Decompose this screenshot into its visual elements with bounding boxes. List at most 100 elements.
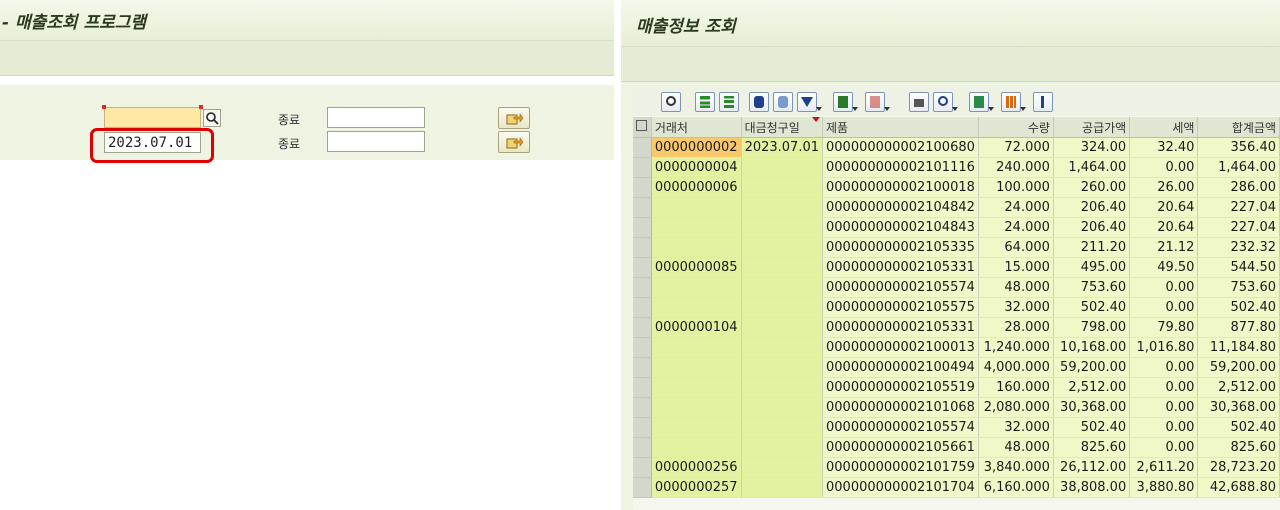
table-row[interactable]: 000000000002105335 64.000 211.20 21.12 232.3…: [633, 237, 1280, 258]
table-cell[interactable]: [741, 177, 824, 198]
table-cell[interactable]: [741, 357, 824, 378]
row-selector[interactable]: [633, 317, 652, 338]
table-cell[interactable]: 000000000002105574: [822, 277, 979, 298]
table-cell[interactable]: [741, 197, 824, 218]
table-cell[interactable]: 502.40: [1197, 417, 1280, 438]
table-cell[interactable]: 21.12: [1129, 237, 1199, 258]
table-cell[interactable]: [651, 197, 742, 218]
table-cell[interactable]: 59,200.00: [1053, 357, 1131, 378]
row-selector[interactable]: [633, 277, 652, 298]
table-row[interactable]: 000000000002104842 24.000 206.40 20.64 227.0…: [633, 197, 1280, 218]
row-selector[interactable]: [633, 137, 652, 158]
column-header[interactable]: 세액: [1129, 117, 1199, 138]
table-cell[interactable]: 227.04: [1197, 197, 1280, 218]
table-cell[interactable]: 64.000: [978, 237, 1054, 258]
table-cell[interactable]: 100.000: [978, 177, 1054, 198]
from-field-2[interactable]: 2023.07.01: [104, 132, 201, 153]
table-cell[interactable]: 798.00: [1053, 317, 1131, 338]
table-cell[interactable]: 1,464.00: [1197, 157, 1280, 178]
table-cell[interactable]: 20.64: [1129, 217, 1199, 238]
table-cell[interactable]: 227.04: [1197, 217, 1280, 238]
table-cell[interactable]: 0.00: [1129, 297, 1199, 318]
table-cell[interactable]: 11,184.80: [1197, 337, 1280, 358]
table-cell[interactable]: 15.000: [978, 257, 1054, 278]
table-cell[interactable]: 32.000: [978, 297, 1054, 318]
row-selector[interactable]: [633, 337, 652, 358]
from-field-1[interactable]: [104, 107, 201, 128]
table-cell[interactable]: [651, 417, 742, 438]
table-cell[interactable]: 000000000002101116: [822, 157, 979, 178]
table-cell[interactable]: 4,000.000: [978, 357, 1054, 378]
table-cell[interactable]: [651, 377, 742, 398]
column-header[interactable]: 수량: [978, 117, 1054, 138]
table-cell[interactable]: 28.000: [978, 317, 1054, 338]
row-selector[interactable]: [633, 417, 652, 438]
table-row[interactable]: 0000000085 000000000002105331 15.000 495.00…: [633, 257, 1280, 278]
table-cell[interactable]: 000000000002101704: [822, 477, 979, 498]
table-cell[interactable]: 0000000004: [651, 157, 742, 178]
table-cell[interactable]: 0000000006: [651, 177, 742, 198]
select-all-icon[interactable]: [633, 117, 652, 138]
table-row[interactable]: 0000000006 000000000002100018 100.000 260.0…: [633, 177, 1280, 198]
table-cell[interactable]: 0000000002: [651, 137, 742, 158]
table-cell[interactable]: 0.00: [1129, 437, 1199, 458]
table-cell[interactable]: 232.32: [1197, 237, 1280, 258]
table-row[interactable]: 0000000002 2023.07.01 000000000002100680 72…: [633, 137, 1280, 158]
sort-descending-button[interactable]: [719, 92, 739, 112]
multiple-selection-button-1[interactable]: [498, 107, 530, 129]
table-cell[interactable]: 753.60: [1053, 277, 1131, 298]
table-cell[interactable]: 2,080.000: [978, 397, 1054, 418]
table-row[interactable]: 0000000004 000000000002101116 240.000 1,464…: [633, 157, 1280, 178]
table-cell[interactable]: 000000000002105331: [822, 257, 979, 278]
details-button[interactable]: [661, 92, 681, 112]
row-selector[interactable]: [633, 377, 652, 398]
table-cell[interactable]: 1,464.00: [1053, 157, 1131, 178]
row-selector[interactable]: [633, 437, 652, 458]
table-cell[interactable]: [651, 357, 742, 378]
views-button[interactable]: [933, 92, 958, 112]
table-cell[interactable]: 877.80: [1197, 317, 1280, 338]
table-cell[interactable]: [741, 297, 824, 318]
table-cell[interactable]: [741, 477, 824, 498]
table-row[interactable]: 000000000002104843 24.000 206.40 20.64 227.0…: [633, 217, 1280, 238]
multiple-selection-button-2[interactable]: [498, 131, 530, 153]
table-cell[interactable]: [741, 277, 824, 298]
filter-button[interactable]: [797, 92, 822, 112]
row-selector[interactable]: [633, 197, 652, 218]
table-cell[interactable]: 324.00: [1053, 137, 1131, 158]
table-row[interactable]: 0000000104 000000000002105331 28.000 798.00…: [633, 317, 1280, 338]
table-cell[interactable]: 286.00: [1197, 177, 1280, 198]
table-cell[interactable]: [741, 397, 824, 418]
table-cell[interactable]: [741, 257, 824, 278]
table-cell[interactable]: 544.50: [1197, 257, 1280, 278]
table-cell[interactable]: 32.000: [978, 417, 1054, 438]
column-header[interactable]: 공급가액: [1053, 117, 1131, 138]
table-row[interactable]: 000000000002105574 48.000 753.60 0.00 753.60: [633, 277, 1280, 298]
table-cell[interactable]: 79.80: [1129, 317, 1199, 338]
table-cell[interactable]: 000000000002101759: [822, 457, 979, 478]
table-row[interactable]: 000000000002105519 160.000 2,512.00 0.00 2,5…: [633, 377, 1280, 398]
table-cell[interactable]: [741, 317, 824, 338]
table-cell[interactable]: [741, 437, 824, 458]
table-cell[interactable]: [651, 437, 742, 458]
table-row[interactable]: 000000000002101068 2,080.000 30,368.00 0.00…: [633, 397, 1280, 418]
table-cell[interactable]: 356.40: [1197, 137, 1280, 158]
table-cell[interactable]: 0000000085: [651, 257, 742, 278]
table-cell[interactable]: 48.000: [978, 437, 1054, 458]
table-cell[interactable]: 000000000002105661: [822, 437, 979, 458]
table-cell[interactable]: 1,240.000: [978, 337, 1054, 358]
table-cell[interactable]: 000000000002100018: [822, 177, 979, 198]
table-cell[interactable]: 26,112.00: [1053, 457, 1131, 478]
total-button[interactable]: [833, 92, 858, 112]
table-cell[interactable]: 32.40: [1129, 137, 1199, 158]
table-cell[interactable]: 260.00: [1053, 177, 1131, 198]
table-cell[interactable]: 1,016.80: [1129, 337, 1199, 358]
table-cell[interactable]: [651, 337, 742, 358]
table-row[interactable]: 0000000256 000000000002101759 3,840.000 26,…: [633, 457, 1280, 478]
table-cell[interactable]: 0.00: [1129, 357, 1199, 378]
table-cell[interactable]: 000000000002105575: [822, 297, 979, 318]
table-cell[interactable]: 0000000256: [651, 457, 742, 478]
table-cell[interactable]: 59,200.00: [1197, 357, 1280, 378]
end-field-2[interactable]: [327, 131, 425, 152]
table-cell[interactable]: 0.00: [1129, 377, 1199, 398]
